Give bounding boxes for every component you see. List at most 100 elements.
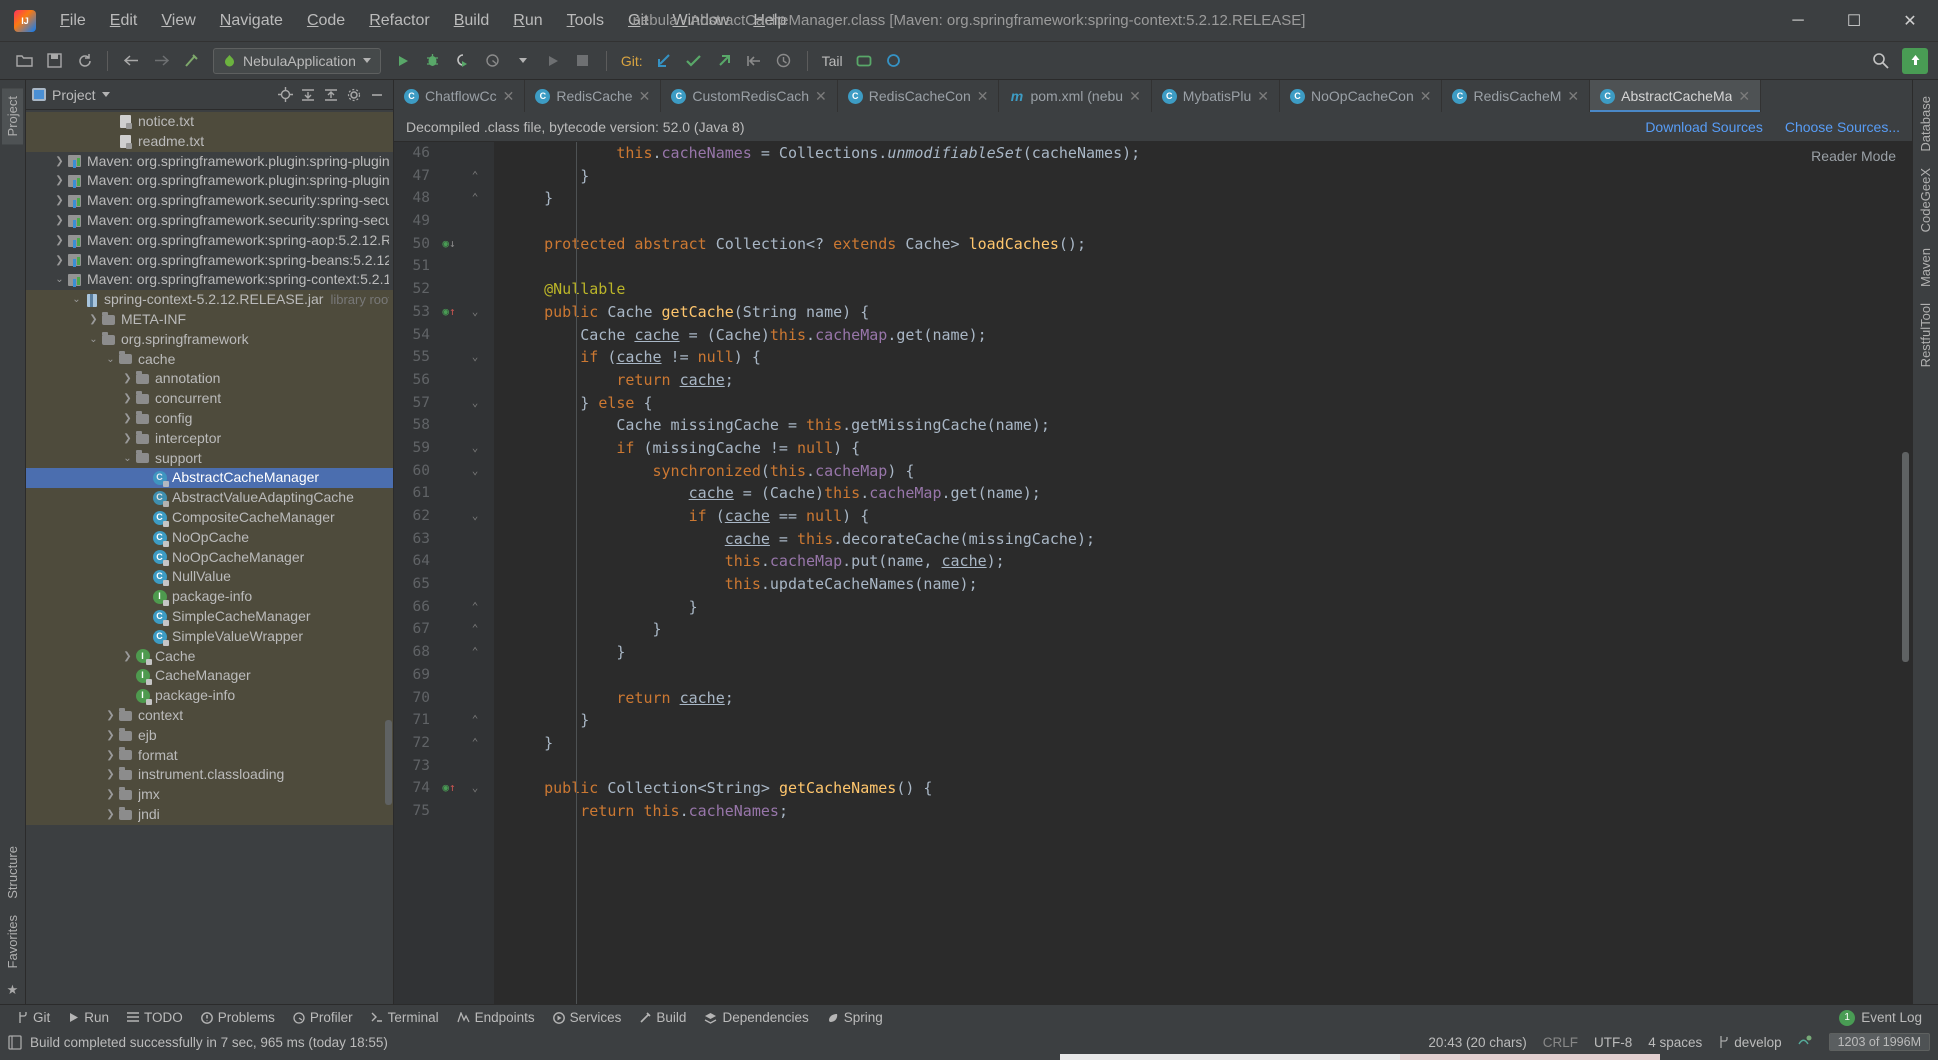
tool-window-run[interactable]: Run <box>59 1007 118 1028</box>
gutter-line[interactable]: 69 <box>394 664 494 687</box>
revert-icon[interactable] <box>740 47 768 75</box>
code-line[interactable]: this.cacheMap.put(name, cache); <box>494 550 1912 573</box>
gutter-line[interactable]: 53 ◉ ↑ ⌄ <box>394 301 494 324</box>
code-fold-toggle[interactable]: ⌃ <box>462 187 488 210</box>
gutter-line[interactable]: 74 ◉ ↑ ⌄ <box>394 777 494 800</box>
gutter-line[interactable]: 62 ⌄ <box>394 505 494 528</box>
menu-item-file[interactable]: File <box>48 8 98 34</box>
tool-window-spring[interactable]: Spring <box>818 1007 892 1028</box>
chevron-right-icon[interactable]: ❯ <box>104 805 117 825</box>
tree-node[interactable]: C NoOpCacheManager <box>26 547 393 568</box>
rail-tab-restfultool[interactable]: RestfulTool <box>1915 295 1936 375</box>
code-line[interactable]: if (cache == null) { <box>494 505 1912 528</box>
menu-item-edit[interactable]: Edit <box>98 8 150 34</box>
menu-item-refactor[interactable]: Refactor <box>357 8 441 34</box>
editor-scrollbar[interactable] <box>1901 142 1911 1004</box>
override-marker-icon[interactable]: ◉ <box>442 777 449 800</box>
code-line[interactable]: this.updateCacheNames(name); <box>494 573 1912 596</box>
tree-node[interactable]: ❯ Maven: org.springframework.plugin:sprin… <box>26 152 393 172</box>
tree-node[interactable]: I CacheManager <box>26 666 393 687</box>
tree-node[interactable]: C CompositeCacheManager <box>26 507 393 528</box>
rail-tab-database[interactable]: Database <box>1915 88 1936 160</box>
editor-tab-rediscachecon[interactable]: C RedisCacheCon ✕ <box>838 80 1000 112</box>
project-tree-scrollbar[interactable] <box>385 720 392 805</box>
tree-node[interactable]: ❯ Maven: org.springframework:spring-aop:5… <box>26 231 393 251</box>
update-project-icon[interactable] <box>650 47 678 75</box>
download-sources-link[interactable]: Download Sources <box>1645 119 1763 135</box>
editor-tab-bar[interactable]: C ChatflowCc ✕ C RedisCache ✕ C CustomRedisCach… <box>394 80 1912 112</box>
editor-scrollbar-thumb[interactable] <box>1902 452 1909 662</box>
tree-node[interactable]: ⌄ org.springframework <box>26 329 393 350</box>
push-icon[interactable] <box>710 47 738 75</box>
chevron-right-icon[interactable]: ❯ <box>53 171 66 191</box>
gutter-line[interactable]: 61 <box>394 482 494 505</box>
back-arrow-icon[interactable] <box>117 47 145 75</box>
code-line[interactable]: } <box>494 641 1912 664</box>
editor-tab-mybatisplu[interactable]: C MybatisPlu ✕ <box>1152 80 1280 112</box>
run-icon[interactable] <box>389 47 417 75</box>
code-line[interactable] <box>494 255 1912 278</box>
gutter-line[interactable]: 54 <box>394 324 494 347</box>
tree-node[interactable]: C NullValue <box>26 567 393 588</box>
memory-indicator[interactable]: 1203 of 1996M <box>1828 1033 1930 1051</box>
gutter-line[interactable]: 66 ⌃ <box>394 596 494 619</box>
code-fold-toggle[interactable]: ⌃ <box>462 618 488 641</box>
code-line[interactable]: public Cache getCache(String name) { <box>494 301 1912 324</box>
gutter-line[interactable]: 58 <box>394 414 494 437</box>
gutter-line[interactable]: 46 <box>394 142 494 165</box>
code-fold-toggle[interactable]: ⌃ <box>462 596 488 619</box>
editor-tab-pom-xml--nebu[interactable]: m pom.xml (nebu ✕ <box>999 80 1152 112</box>
editor-tab-rediscache[interactable]: C RedisCache ✕ <box>525 80 662 112</box>
rail-tab-maven[interactable]: Maven <box>1915 240 1936 295</box>
code-content[interactable]: Reader Mode this.cacheNames = Collection… <box>494 142 1912 1004</box>
code-line[interactable]: cache = (Cache)this.cacheMap.get(name); <box>494 482 1912 505</box>
code-line[interactable]: } else { <box>494 392 1912 415</box>
run-configuration-selector[interactable]: NebulaApplication <box>213 47 381 74</box>
gutter-line[interactable]: 67 ⌃ <box>394 618 494 641</box>
code-line[interactable]: } <box>494 618 1912 641</box>
editor-gutter[interactable]: 46 47 ⌃ 48 ⌃ 49 50 ◉ ↓ 51 52 53 ◉ ↑ ⌄ 54 55 ⌄ 56 57 ⌄ 58 59 ⌄ 60… <box>394 142 494 1004</box>
gutter-line[interactable]: 64 <box>394 550 494 573</box>
gutter-line[interactable]: 63 <box>394 528 494 551</box>
gutter-marker[interactable]: ◉ ↑ <box>436 777 462 800</box>
code-line[interactable]: public Collection<String> getCacheNames(… <box>494 777 1912 800</box>
tree-node[interactable]: ❯ annotation <box>26 369 393 390</box>
tool-window-build[interactable]: Build <box>630 1007 695 1028</box>
tree-node[interactable]: ❯ config <box>26 408 393 429</box>
tree-node[interactable]: ❯ Maven: org.springframework.security:spr… <box>26 211 393 231</box>
chevron-right-icon[interactable]: ❯ <box>87 310 100 330</box>
menu-item-view[interactable]: View <box>149 8 207 34</box>
chevron-right-icon[interactable]: ❯ <box>121 389 134 409</box>
gutter-line[interactable]: 51 <box>394 255 494 278</box>
menu-item-build[interactable]: Build <box>442 8 502 34</box>
tool-window-problems[interactable]: Problems <box>192 1007 284 1028</box>
stop-icon[interactable] <box>569 47 597 75</box>
editor-tab-abstractcachema[interactable]: C AbstractCacheMa ✕ <box>1590 80 1762 112</box>
chevron-right-icon[interactable]: ❯ <box>104 785 117 805</box>
code-line[interactable]: Cache cache = (Cache)this.cacheMap.get(n… <box>494 324 1912 347</box>
gutter-line[interactable]: 47 ⌃ <box>394 165 494 188</box>
gutter-line[interactable]: 57 ⌄ <box>394 392 494 415</box>
close-icon[interactable]: ✕ <box>639 88 651 105</box>
gutter-line[interactable]: 56 <box>394 369 494 392</box>
locate-icon[interactable] <box>275 85 295 105</box>
menu-item-navigate[interactable]: Navigate <box>208 8 295 34</box>
close-icon[interactable]: ✕ <box>1567 88 1579 105</box>
tree-node[interactable]: ❯ concurrent <box>26 389 393 409</box>
expand-all-icon[interactable] <box>298 85 318 105</box>
chevron-down-icon[interactable]: ⌄ <box>121 449 134 469</box>
rail-tab-project[interactable]: Project <box>2 88 23 145</box>
code-line[interactable]: this.cacheNames = Collections.unmodifiab… <box>494 142 1912 165</box>
code-line[interactable]: @Nullable <box>494 278 1912 301</box>
close-button[interactable]: ✕ <box>1882 0 1938 42</box>
code-line[interactable]: } <box>494 709 1912 732</box>
rail-tab-structure[interactable]: Structure <box>2 838 23 907</box>
menu-item-git[interactable]: Git <box>616 8 660 34</box>
tree-node[interactable]: ❯ instrument.classloading <box>26 765 393 786</box>
file-encoding[interactable]: UTF-8 <box>1594 1035 1632 1050</box>
tree-node[interactable]: ❯ jmx <box>26 785 393 805</box>
chevron-down-icon[interactable]: ⌄ <box>70 290 83 310</box>
tool-window-services[interactable]: Services <box>544 1007 631 1028</box>
code-fold-toggle[interactable]: ⌄ <box>462 505 488 528</box>
code-line[interactable]: } <box>494 187 1912 210</box>
